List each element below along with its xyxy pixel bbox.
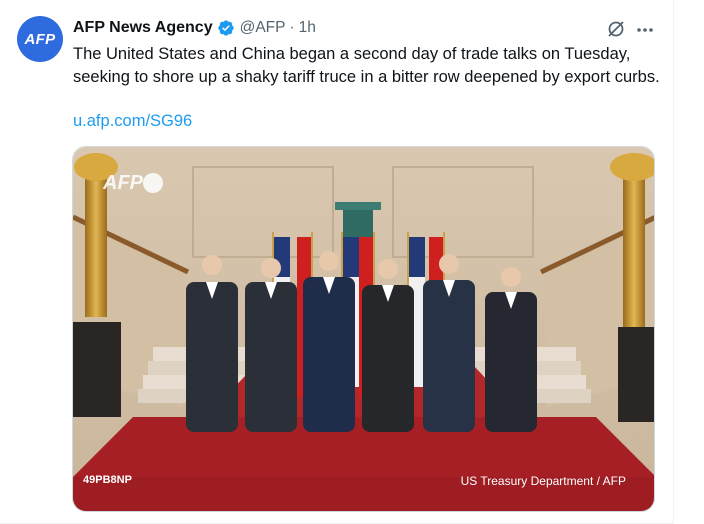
photo-credit: US Treasury Department / AFP <box>460 474 626 488</box>
author-handle[interactable]: @AFP <box>240 19 286 37</box>
tweet-link[interactable]: u.afp.com/SG96 <box>73 110 192 133</box>
separator-dot: · <box>289 19 295 36</box>
column-border <box>673 0 674 524</box>
more-icon[interactable] <box>633 18 657 42</box>
verified-badge-icon[interactable] <box>217 19 235 37</box>
tweet-text: The United States and China began a seco… <box>73 45 660 86</box>
avatar[interactable]: AFP <box>17 16 63 62</box>
timestamp[interactable]: 1h <box>299 19 316 37</box>
tweet-header: AFP News Agency @AFP · 1h <box>73 16 316 40</box>
avatar-text: AFP <box>24 30 56 48</box>
photo-logo: AFP <box>102 172 144 194</box>
author-name[interactable]: AFP News Agency <box>73 19 213 37</box>
grok-icon[interactable] <box>606 19 626 39</box>
photo-id-watermark: 49PB8NP <box>83 474 132 486</box>
tweet-photo[interactable]: AFP 49PB8NP US Treasury Department / AFP <box>72 146 655 512</box>
photo-scene: AFP <box>73 147 654 511</box>
